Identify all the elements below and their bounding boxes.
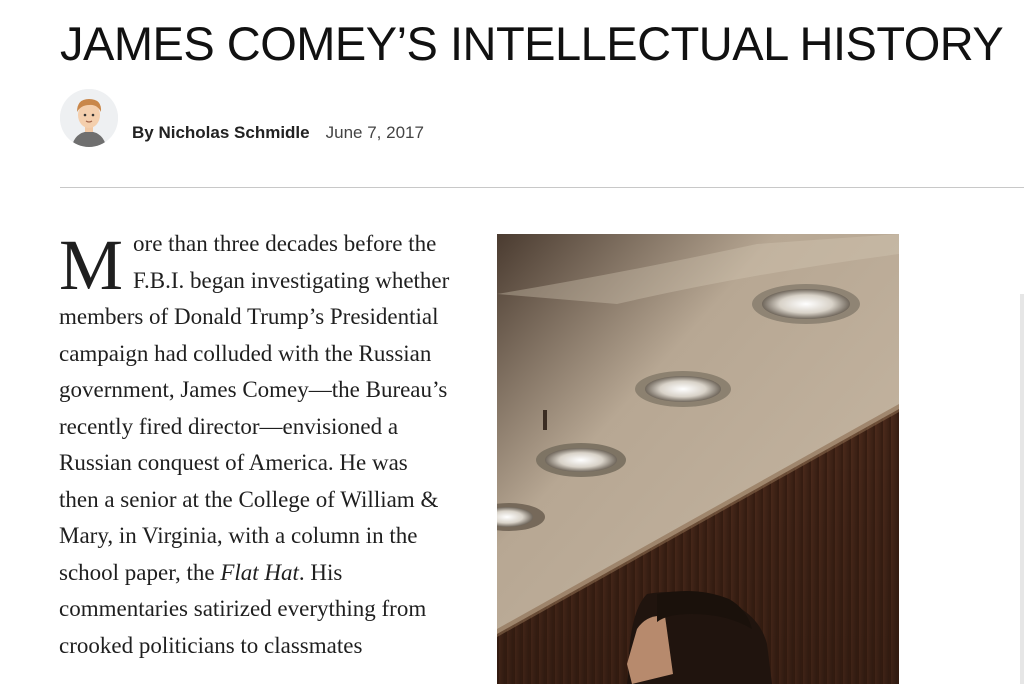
- author-avatar[interactable]: [60, 89, 118, 147]
- article-paragraph: More than three decades before the F.B.I…: [59, 226, 451, 664]
- newspaper-title: Flat Hat: [220, 559, 299, 585]
- header-divider: [60, 187, 1024, 188]
- publish-date: June 7, 2017: [325, 123, 424, 142]
- article-headline: JAMES COMEY’S INTELLECTUAL HISTORY: [60, 17, 1004, 70]
- article-body: More than three decades before the F.B.I…: [59, 226, 451, 664]
- author-avatar-illustration: [60, 89, 118, 147]
- byline: By Nicholas Schmidle June 7, 2017: [60, 88, 424, 148]
- drop-cap: M: [59, 225, 124, 305]
- article-photo[interactable]: [497, 234, 899, 684]
- page-edge: [1020, 294, 1024, 684]
- hearing-room-photo: [497, 234, 899, 684]
- author-name[interactable]: By Nicholas Schmidle: [132, 123, 310, 143]
